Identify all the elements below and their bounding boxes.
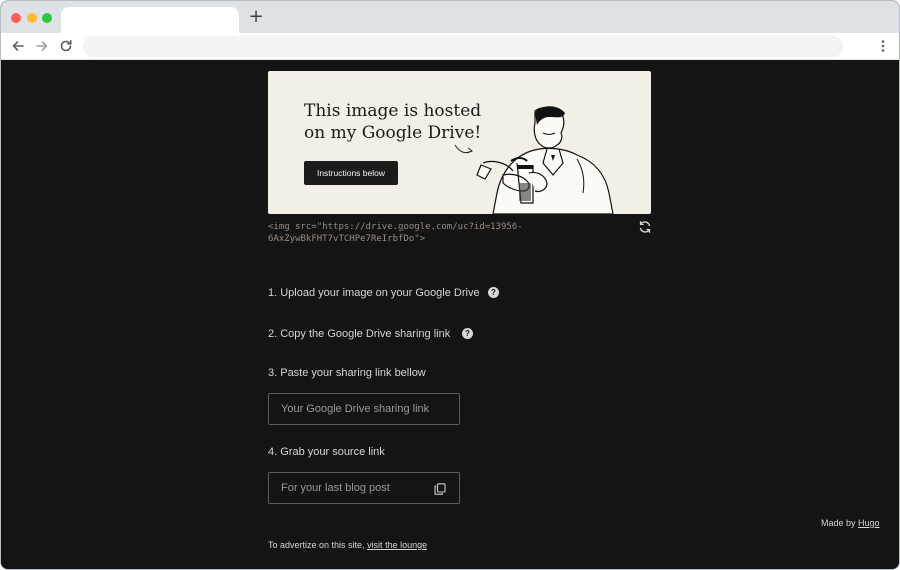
- advertise-note: To advertize on this site, visit the lou…: [268, 540, 427, 550]
- new-tab-button[interactable]: +: [248, 8, 264, 26]
- advert-prefix: To advertize on this site,: [268, 540, 368, 550]
- maximize-window-button[interactable]: [42, 13, 52, 23]
- lounge-link[interactable]: visit the lounge: [367, 540, 427, 550]
- step-3-label: 3. Paste your sharing link bellow: [268, 367, 426, 379]
- made-by-prefix: Made by: [821, 518, 859, 528]
- sharing-link-input[interactable]: [268, 393, 460, 425]
- minimize-window-button[interactable]: [27, 13, 37, 23]
- address-bar[interactable]: [83, 36, 843, 57]
- tab-bar: +: [1, 1, 899, 33]
- snippet-line-1: <img src="https://drive.google.com/uc?id…: [268, 222, 523, 232]
- step-2-label: 2. Copy the Google Drive sharing link: [268, 328, 451, 340]
- snippet-line-2: 6AxZywBkFHT7vTCHPe7ReIrbfDo">: [268, 234, 426, 244]
- vertical-dots-icon[interactable]: [876, 38, 890, 54]
- active-tab[interactable]: [61, 7, 239, 33]
- arrow-left-icon[interactable]: [10, 38, 26, 54]
- made-by-credit: Made by Hugo: [821, 518, 880, 528]
- close-window-button[interactable]: [11, 13, 21, 23]
- step-1-label: 1. Upload your image on your Google Driv…: [268, 287, 480, 299]
- help-icon[interactable]: ?: [462, 328, 473, 339]
- author-link[interactable]: Hugo: [858, 518, 880, 528]
- reload-icon[interactable]: [58, 38, 74, 54]
- source-link-output[interactable]: [268, 472, 460, 504]
- retro-man-illustration-icon: [476, 106, 614, 214]
- embed-code-snippet[interactable]: <img src="https://drive.google.com/uc?id…: [268, 221, 608, 245]
- arrow-right-icon[interactable]: [34, 38, 50, 54]
- help-icon[interactable]: ?: [488, 287, 499, 298]
- step-4-label: 4. Grab your source link: [268, 446, 385, 458]
- browser-window: + This image is hosted on my Google Driv…: [0, 0, 900, 570]
- hero-image: This image is hosted on my Google Drive!…: [268, 71, 651, 214]
- page-content: This image is hosted on my Google Drive!…: [1, 61, 899, 569]
- copy-icon[interactable]: [434, 482, 446, 495]
- browser-toolbar: [1, 33, 899, 60]
- instructions-button[interactable]: Instructions below: [304, 161, 398, 185]
- hand-drawn-arrow-icon: [454, 144, 474, 154]
- refresh-icon[interactable]: [638, 220, 652, 234]
